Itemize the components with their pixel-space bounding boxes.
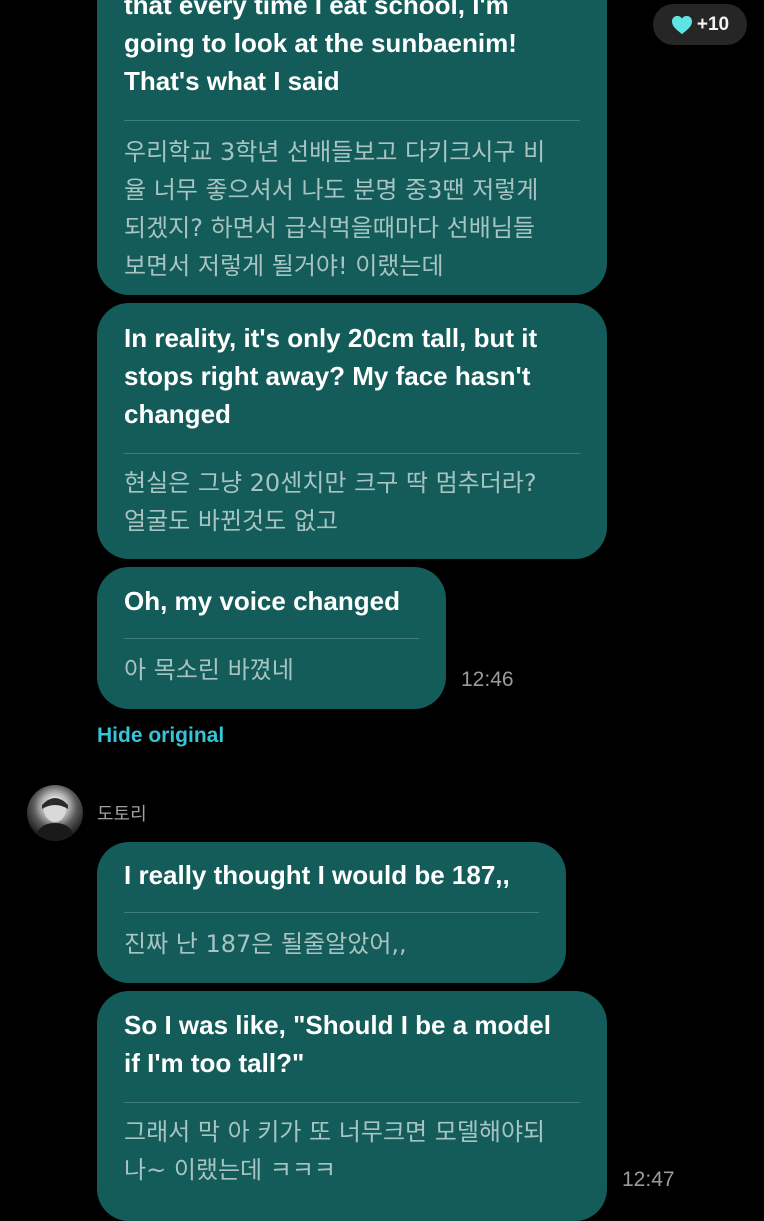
avatar[interactable] (27, 785, 83, 841)
translated-line: In reality, it's only 20cm tall, but it (124, 323, 538, 353)
translated-line: That's what I said (124, 66, 340, 96)
original-line: 현실은 그냥 20센치만 크구 딱 멈추더라? (124, 469, 537, 497)
original-text: 우리학교 3학년 선배들보고 다키크시구 비 율 너무 좋으셔서 나도 분명 중… (124, 133, 580, 285)
divider (124, 912, 539, 913)
translated-line: I really thought I would be 187,, (124, 860, 510, 890)
divider (124, 638, 419, 639)
sender-name: 도토리 (97, 804, 147, 825)
heart-icon (671, 15, 692, 34)
original-line: 율 너무 좋으셔서 나도 분명 중3땐 저렇게 (124, 176, 539, 204)
reaction-count: +10 (696, 13, 730, 35)
divider (124, 453, 580, 454)
original-line: 진짜 난 187은 될줄알았어,, (124, 930, 407, 958)
hide-original-link[interactable]: Hide original (97, 724, 224, 748)
original-line: 우리학교 3학년 선배들보고 다키크시구 비 (124, 138, 546, 166)
original-line: 아 목소린 바꼈네 (124, 656, 294, 684)
translated-line: Oh, my voice changed (124, 586, 400, 616)
translated-line: stops right away? My face hasn't (124, 361, 531, 391)
original-line: 보면서 저렇게 될거야! 이랬는데 (124, 252, 444, 280)
translated-text: Oh, my voice changed (124, 567, 419, 620)
message-bubble[interactable]: that every time I eat school, I'm going … (97, 0, 607, 295)
translated-line: if I'm too tall?" (124, 1048, 305, 1078)
message-bubble[interactable]: Oh, my voice changed 아 목소린 바꼈네 (97, 567, 446, 709)
avatar-image (35, 796, 75, 841)
message-timestamp: 12:46 (461, 668, 514, 691)
reaction-badge[interactable]: +10 (653, 4, 747, 45)
original-line: 되겠지? 하면서 급식먹을때마다 선배님들 (124, 214, 535, 242)
translated-line: that every time I eat school, I'm (124, 0, 509, 20)
translated-text: In reality, it's only 20cm tall, but it … (124, 303, 580, 433)
divider (124, 120, 580, 121)
translated-line: So I was like, "Should I be a model (124, 1010, 551, 1040)
translated-text: So I was like, "Should I be a model if I… (124, 991, 580, 1082)
original-text: 아 목소린 바꼈네 (124, 651, 419, 689)
original-text: 현실은 그냥 20센치만 크구 딱 멈추더라? 얼굴도 바뀐것도 없고 (124, 464, 580, 540)
translated-line: going to look at the sunbaenim! (124, 28, 517, 58)
original-line: 나~ 이랬는데 ㅋㅋㅋ (124, 1156, 337, 1184)
message-bubble[interactable]: So I was like, "Should I be a model if I… (97, 991, 607, 1221)
original-line: 얼굴도 바뀐것도 없고 (124, 507, 338, 535)
message-timestamp: 12:47 (622, 1168, 675, 1191)
message-bubble[interactable]: In reality, it's only 20cm tall, but it … (97, 303, 607, 559)
original-line: 그래서 막 아 키가 또 너무크면 모델해야되 (124, 1118, 546, 1146)
original-text: 진짜 난 187은 될줄알았어,, (124, 925, 539, 963)
translated-line: changed (124, 399, 231, 429)
message-bubble[interactable]: I really thought I would be 187,, 진짜 난 1… (97, 842, 566, 983)
translated-text: that every time I eat school, I'm going … (124, 0, 580, 100)
original-text: 그래서 막 아 키가 또 너무크면 모델해야되 나~ 이랬는데 ㅋㅋㅋ (124, 1113, 580, 1189)
divider (124, 1102, 580, 1103)
translated-text: I really thought I would be 187,, (124, 842, 539, 894)
